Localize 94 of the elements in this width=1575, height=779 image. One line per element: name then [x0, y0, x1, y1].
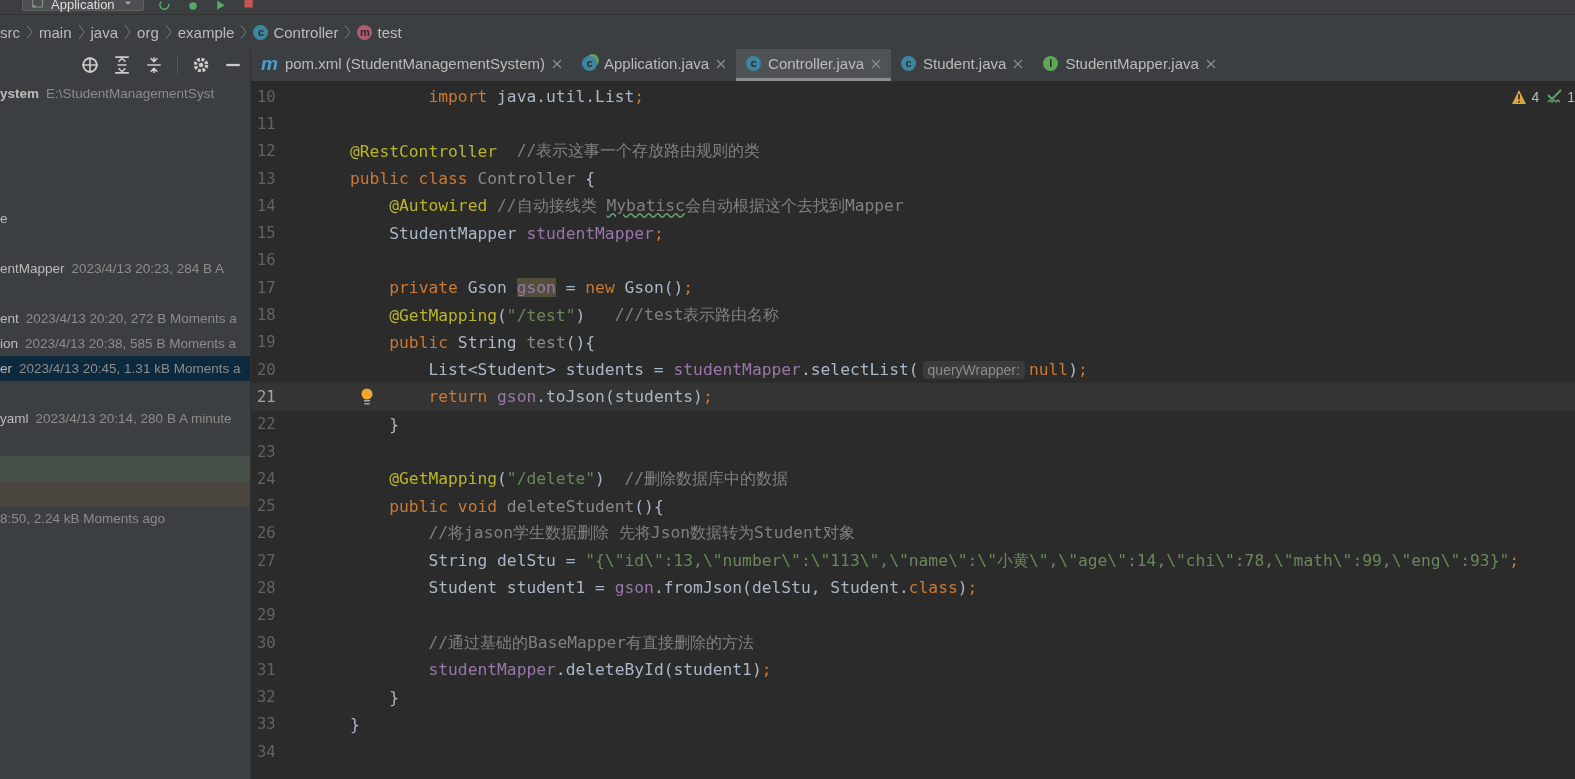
tree-item[interactable]: ent 2023/4/13 20:20, 272 B Moments a [0, 306, 250, 331]
line-number: 24 [256, 469, 277, 488]
line-number: 15 [256, 224, 277, 243]
code-line: List<Student> students = studentMapper.selectList( queryWrapper: null); [428, 360, 1088, 380]
lightbulb-icon[interactable] [360, 387, 374, 407]
line-number: 13 [256, 169, 277, 188]
line-number: 18 [256, 306, 277, 324]
code-line: } [389, 687, 400, 707]
editor-tab[interactable]: I StudentMapper.java [1033, 49, 1226, 81]
line-number: 17 [256, 278, 277, 297]
code-line: public void deleteStudent(){ [389, 496, 664, 516]
code-line: import java.util.List; [428, 87, 645, 107]
code-line: studentMapper.deleteById(student1); [428, 660, 772, 680]
line-number: 20 [256, 360, 277, 379]
editor-tab[interactable]: c Application.java [572, 49, 737, 81]
interface-icon: I [1043, 56, 1059, 71]
line-number: 26 [256, 524, 277, 543]
close-icon[interactable] [1013, 58, 1024, 69]
line-number: 12 [256, 142, 277, 161]
line-number: 29 [256, 606, 277, 625]
editor-tab[interactable]: c Controller.java [736, 49, 891, 81]
line-number: 27 [256, 551, 277, 570]
code-line: StudentMapper studentMapper; [389, 223, 664, 243]
run-configuration-dropdown[interactable]: Application [22, 0, 144, 11]
editor-tab[interactable]: m pom.xml (StudentManagementSystem) [251, 49, 572, 81]
line-number: 16 [256, 251, 277, 270]
chevron-icon [124, 23, 132, 41]
code-line: private Gson gson = new Gson(); [389, 278, 694, 298]
tree-item[interactable]: yaml 2023/4/13 20:14, 280 B A minute [0, 406, 250, 431]
code-line: @RestController //表示这事一个存放路由规则的类 [350, 140, 761, 163]
close-icon[interactable] [552, 58, 562, 69]
line-number: 10 [256, 87, 277, 106]
tree-item[interactable]: entMapper 2023/4/13 20:23, 284 B A [0, 256, 250, 281]
line-number: 31 [256, 660, 277, 679]
code-line: String delStu = "{\"id\":13,\"number\":\"113\",\"name\":\"小黄\",\"age\":14,\"chi\":78,\"math\":99,\"eng\":93}"; [428, 549, 1520, 572]
chevron-icon [164, 23, 172, 41]
editor-tab[interactable]: c Student.java [891, 49, 1034, 81]
warning-icon [1511, 89, 1528, 105]
settings-icon[interactable] [192, 56, 210, 74]
expand-all-icon[interactable] [113, 56, 131, 74]
line-number: 21 [256, 387, 277, 406]
line-number: 19 [256, 333, 277, 352]
warnings-indicator[interactable]: 4 [1511, 89, 1540, 105]
method-icon: m [357, 24, 373, 40]
line-number: 23 [256, 442, 277, 461]
tree-item[interactable]: e [0, 206, 250, 231]
line-number: 28 [256, 579, 277, 597]
breadcrumb-item[interactable]: java [90, 23, 119, 41]
breadcrumb-item[interactable]: org [137, 23, 159, 41]
class-icon: c [746, 56, 762, 71]
code-line: return gson.toJson(students); [428, 387, 713, 407]
window-icon [31, 0, 45, 10]
maven-icon: m [261, 56, 278, 71]
collapse-all-icon[interactable] [145, 56, 163, 74]
close-icon[interactable] [871, 58, 881, 69]
code-line: @GetMapping("/delete") //删除数据库中的数据 [389, 467, 789, 490]
line-number: 22 [256, 415, 277, 434]
line-number: 11 [256, 114, 277, 133]
code-line: } [350, 714, 360, 734]
line-number: 32 [256, 688, 277, 707]
tree-item[interactable]: ion 2023/4/13 20:38, 585 B Moments a [0, 331, 250, 356]
chevron-icon [77, 23, 85, 41]
line-number: 25 [256, 497, 277, 516]
runnable-class-icon: c [582, 56, 597, 71]
code-line: public String test(){ [389, 332, 596, 352]
code-line: public class Controller { [350, 169, 596, 189]
crosshair-icon[interactable] [81, 56, 99, 74]
close-icon[interactable] [716, 58, 727, 69]
breadcrumb-item[interactable]: main [39, 23, 72, 41]
line-number: 30 [256, 633, 277, 652]
tree-item[interactable]: 8:50, 2.24 kB Moments ago [0, 506, 250, 531]
close-icon[interactable] [1205, 58, 1216, 69]
chevron-icon [240, 23, 248, 41]
breadcrumb-item[interactable]: src [0, 23, 20, 41]
code-line: Student student1 = gson.fromJson(delStu, Student.class); [428, 578, 978, 598]
tree-item[interactable]: er 2023/4/13 20:45, 1.31 kB Moments a [0, 356, 250, 381]
chevron-icon [26, 23, 33, 41]
code-line: } [389, 414, 400, 434]
line-number: 34 [256, 742, 277, 761]
breadcrumb-item[interactable]: m test [357, 23, 402, 41]
code-line: @Autowired //自动接线类 Mybatisc会自动根据这个去找到Mapper [389, 194, 904, 217]
breadcrumb-item[interactable]: example [177, 23, 235, 41]
class-icon: c [253, 24, 269, 40]
line-number: 14 [256, 196, 277, 215]
code-line: //将jason学生数据删除 先将Json数据转为Student对象 [428, 522, 855, 545]
class-icon: c [901, 56, 916, 71]
breadcrumb-item[interactable]: c Controller [253, 23, 339, 41]
line-number: 33 [256, 715, 277, 734]
checks-indicator[interactable]: 1 [1547, 89, 1575, 105]
code-line: //通过基础的BaseMapper有直接删除的方法 [428, 631, 755, 654]
tree-item[interactable]: ystem E:\StudentManagementSyst [0, 81, 250, 106]
check-icon [1547, 89, 1564, 105]
code-line: @GetMapping("/test") ///test表示路由名称 [389, 304, 780, 326]
chevron-icon [344, 23, 352, 41]
